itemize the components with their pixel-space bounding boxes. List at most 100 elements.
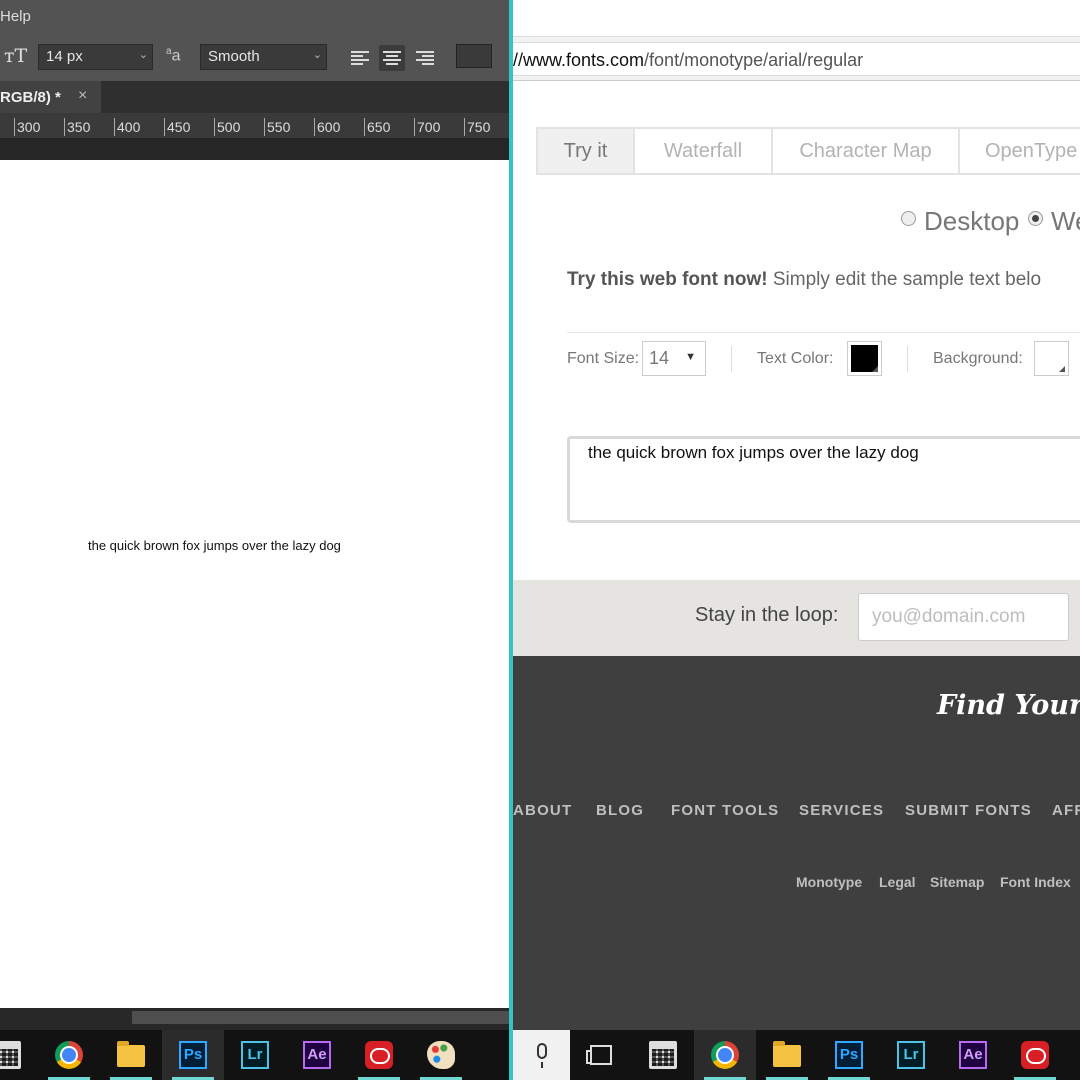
taskbar-calculator[interactable] [0, 1030, 38, 1080]
align-center-button[interactable] [379, 45, 405, 71]
calculator-icon [0, 1041, 21, 1069]
footer-link-font-index[interactable]: Font Index [1000, 874, 1071, 890]
font-size-label: Font Size: [567, 350, 640, 367]
background-label: Background: [933, 350, 1023, 367]
ruler-tick-label: 550 [264, 118, 290, 136]
ruler-tick-label: 700 [414, 118, 440, 136]
paint-icon [427, 1041, 455, 1069]
desktop-radio[interactable]: Desktop [901, 206, 1019, 237]
text-color-swatch[interactable] [456, 44, 492, 68]
footer-nav-submit-fonts[interactable]: SUBMIT FONTS [905, 802, 1032, 819]
web-label: We [1051, 206, 1080, 236]
taskbar-lightroom[interactable]: Lr [880, 1030, 942, 1080]
newsletter-email-input[interactable]: you@domain.com [858, 593, 1069, 641]
controls-divider [567, 332, 1080, 333]
footer-link-monotype[interactable]: Monotype [796, 874, 862, 890]
close-icon[interactable]: × [78, 87, 87, 105]
taskbar-file-explorer[interactable] [756, 1030, 818, 1080]
newsletter-label: Stay in the loop: [695, 604, 839, 626]
font-size-icon: ᴛT [4, 45, 28, 67]
horizontal-ruler: 300 350 400 450 500 550 600 650 700 750 [0, 113, 509, 139]
footer-tagline: Find Your Ty [937, 690, 1080, 721]
taskbar-task-view[interactable] [570, 1030, 632, 1080]
document-tab-title: RGB/8) * [0, 89, 61, 106]
sample-text[interactable]: the quick brown fox jumps over the lazy … [588, 443, 919, 463]
ruler-tick-label: 350 [64, 118, 90, 136]
url-path: /font/monotype/arial/regular [644, 50, 864, 70]
desktop-label: Desktop [924, 206, 1020, 236]
taskbar-photoshop[interactable]: Ps [818, 1030, 880, 1080]
text-color-label: Text Color: [757, 350, 834, 367]
align-left-button[interactable] [347, 45, 373, 71]
try-font-instructions: Simply edit the sample text belo [767, 269, 1042, 290]
taskbar-after-effects[interactable]: Ae [942, 1030, 1004, 1080]
anti-alias-dropdown[interactable]: Smooth ⌄ [200, 44, 327, 70]
taskbar-lightroom[interactable]: Lr [224, 1030, 286, 1080]
tab-character-map[interactable]: Character Map [771, 127, 960, 175]
taskbar-photoshop[interactable]: Ps [162, 1030, 224, 1080]
separator [731, 346, 732, 372]
taskbar-paint[interactable] [410, 1030, 472, 1080]
sample-text-area[interactable]: the quick brown fox jumps over the lazy … [567, 436, 1080, 523]
fonts-com-page: Try it Waterfall Character Map OpenType … [513, 82, 1080, 1030]
ps-canvas[interactable]: the quick brown fox jumps over the lazy … [0, 160, 509, 1008]
task-view-icon [586, 1045, 612, 1065]
email-placeholder: you@domain.com [872, 606, 1026, 627]
canvas-text-layer[interactable]: the quick brown fox jumps over the lazy … [88, 538, 341, 553]
text-color-picker[interactable] [847, 341, 882, 376]
lightroom-icon: Lr [897, 1041, 925, 1069]
horizontal-scrollbar[interactable] [0, 1008, 509, 1028]
anti-alias-value: Smooth [208, 48, 260, 65]
taskbar-after-effects[interactable]: Ae [286, 1030, 348, 1080]
radio-icon [901, 211, 916, 226]
chrome-icon [711, 1041, 739, 1069]
tab-opentype[interactable]: OpenType [958, 127, 1080, 175]
taskbar-creative-cloud[interactable] [348, 1030, 410, 1080]
taskbar-chrome[interactable] [38, 1030, 100, 1080]
taskbar-file-explorer[interactable] [100, 1030, 162, 1080]
site-footer: Find Your Ty ABOUT BLOG FONT TOOLS SERVI… [513, 656, 1080, 1030]
url-domain: //www.fonts.com [513, 50, 645, 70]
align-right-button[interactable] [412, 45, 438, 71]
address-bar: //www.fonts.com/font/monotype/arial/regu… [513, 36, 1080, 81]
photoshop-icon: Ps [179, 1041, 207, 1069]
background-color-picker[interactable] [1034, 341, 1069, 376]
ruler-tick-label: 400 [114, 118, 140, 136]
font-size-dropdown[interactable]: 14 px ⌄ [38, 44, 153, 70]
scrollbar-thumb[interactable] [132, 1011, 509, 1024]
web-radio[interactable]: We [1028, 206, 1080, 237]
chevron-down-icon: ⌄ [138, 49, 148, 61]
file-explorer-icon [773, 1041, 801, 1067]
anti-alias-icon: aa [166, 46, 181, 65]
lightroom-icon: Lr [241, 1041, 269, 1069]
menu-help[interactable]: Help [0, 8, 31, 25]
taskbar-chrome[interactable] [694, 1030, 756, 1080]
file-explorer-icon [117, 1041, 145, 1067]
footer-nav-affiliates[interactable]: AFF [1052, 802, 1080, 819]
taskbar-calculator[interactable] [632, 1030, 694, 1080]
chevron-down-icon: ⌄ [312, 49, 322, 61]
font-size-select[interactable]: 14 ▼ [642, 341, 706, 376]
tab-try-it[interactable]: Try it [536, 127, 635, 175]
font-size-value: 14 px [46, 48, 83, 65]
font-size-value: 14 [649, 348, 670, 368]
tab-waterfall[interactable]: Waterfall [633, 127, 773, 175]
footer-nav-blog[interactable]: BLOG [596, 802, 644, 819]
taskbar-creative-cloud[interactable] [1004, 1030, 1066, 1080]
calculator-icon [649, 1041, 677, 1069]
footer-nav-services[interactable]: SERVICES [799, 802, 884, 819]
ps-workspace [0, 139, 509, 160]
ruler-tick-label: 750 [464, 118, 490, 136]
newsletter-band: Stay in the loop: you@domain.com [513, 580, 1080, 656]
photoshop-icon: Ps [835, 1041, 863, 1069]
footer-link-legal[interactable]: Legal [879, 874, 916, 890]
browser-window: //www.fonts.com/font/monotype/arial/regu… [513, 0, 1080, 1030]
footer-link-sitemap[interactable]: Sitemap [930, 874, 984, 890]
document-tab[interactable]: RGB/8) * × [0, 81, 101, 113]
after-effects-icon: Ae [959, 1041, 987, 1069]
taskbar-cortana-mic[interactable] [513, 1030, 570, 1080]
footer-nav-about[interactable]: ABOUT [513, 802, 572, 819]
url-field[interactable]: //www.fonts.com/font/monotype/arial/regu… [513, 42, 1080, 76]
ruler-tick-label: 450 [164, 118, 190, 136]
footer-nav-font-tools[interactable]: FONT TOOLS [671, 802, 779, 819]
